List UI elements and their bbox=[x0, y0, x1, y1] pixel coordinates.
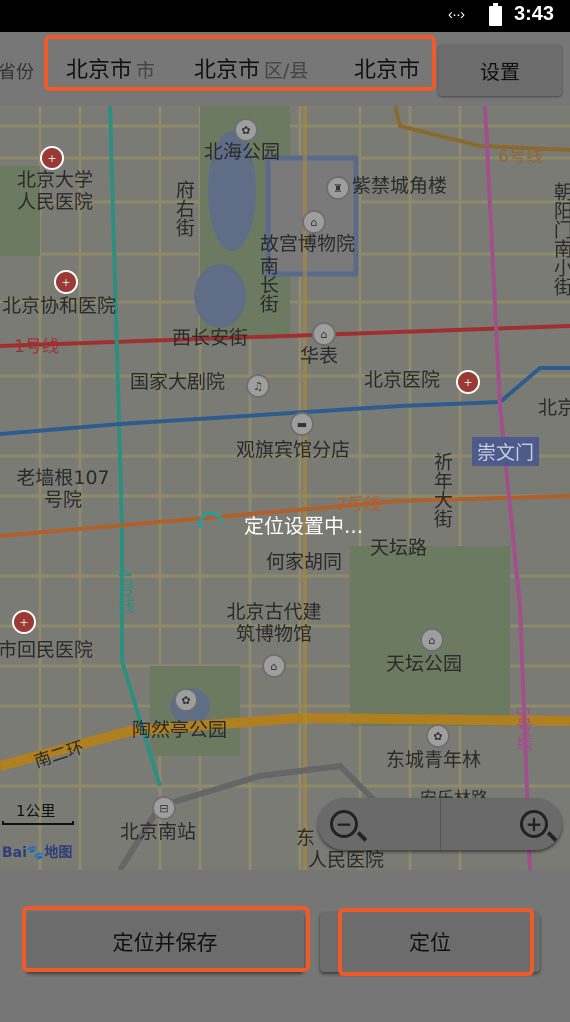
map-label-pku-hospital: 北京大学人民医院 bbox=[16, 169, 93, 213]
park-icon: ✿ bbox=[234, 118, 258, 142]
battery-icon bbox=[489, 3, 502, 26]
line5-label: 5号线 bbox=[512, 706, 532, 751]
museum-icon: ⌂ bbox=[302, 210, 326, 234]
map-label-laoqiang: 老墙根107号院 bbox=[16, 467, 110, 511]
scale-bar bbox=[2, 821, 74, 825]
map-view[interactable]: 北海公园 北京大学人民医院 府右街 紫禁城角楼 故宫博物院 南长街 北京协和医院… bbox=[0, 106, 570, 870]
map-label-renmin: 人民医院 bbox=[308, 849, 385, 870]
map-label-zijincheng: 紫禁城角楼 bbox=[352, 175, 448, 197]
province-label: 省份 bbox=[0, 62, 34, 83]
hospital-icon: + bbox=[40, 146, 64, 170]
status-bar: ‹··› 3:43 bbox=[0, 0, 570, 32]
zoom-in-button[interactable]: + bbox=[440, 798, 562, 850]
selector-highlight-box bbox=[44, 35, 436, 91]
map-label-guanqi: 观旗宾馆分店 bbox=[236, 439, 351, 461]
monument-icon: ⌂ bbox=[312, 322, 336, 346]
search-zoom-out-icon: − bbox=[330, 810, 358, 838]
line4-label: 4号线 bbox=[114, 568, 134, 613]
settings-button[interactable]: 设置 bbox=[438, 44, 562, 96]
hospital-icon: + bbox=[12, 610, 36, 634]
locate-save-highlight bbox=[22, 906, 310, 972]
hospital-icon: + bbox=[54, 270, 78, 294]
map-label-dong: 东 bbox=[296, 827, 316, 849]
map-label-fuyou: 府右街 bbox=[172, 180, 195, 237]
loading-spinner-icon bbox=[193, 506, 229, 543]
park-icon: ✿ bbox=[426, 724, 450, 748]
signal-icon: ‹··› bbox=[448, 6, 465, 23]
map-label-nanchang: 南长街 bbox=[256, 256, 279, 313]
scale-label: 1公里 bbox=[16, 802, 56, 820]
brand-cn-text: 地图 bbox=[44, 845, 73, 861]
map-scale: 1公里 bbox=[2, 800, 74, 825]
search-zoom-in-icon: + bbox=[520, 810, 548, 838]
loading-text: 定位设置中... bbox=[244, 514, 364, 538]
zoom-out-button[interactable]: − bbox=[318, 798, 440, 850]
line1-label: 1号线 bbox=[14, 337, 59, 357]
map-label-xiehe: 北京协和医院 bbox=[2, 295, 117, 317]
map-label-huabiao: 华表 bbox=[300, 345, 339, 367]
zoom-control: − + bbox=[318, 798, 562, 850]
train-station-icon: ⊟ bbox=[152, 796, 176, 820]
map-label-dongcheng: 东城青年林 bbox=[386, 749, 482, 771]
map-label-guojia: 国家大剧院 bbox=[130, 371, 226, 393]
line6-label: 6号线 bbox=[498, 147, 543, 167]
museum-icon: ⌂ bbox=[420, 628, 444, 652]
map-label-bj-hospital: 北京医院 bbox=[364, 369, 441, 391]
map-label-beihai: 北海公园 bbox=[204, 141, 281, 163]
locate-highlight bbox=[338, 908, 534, 976]
map-label-chao: 朝阳门南小街 bbox=[550, 182, 570, 296]
status-time: 3:43 bbox=[514, 3, 555, 25]
hospital-icon: + bbox=[456, 370, 480, 394]
map-label-huimin: 市回民医院 bbox=[0, 639, 94, 661]
baidu-logo: Bai🐾地图 bbox=[2, 845, 73, 861]
map-label-gugong: 故宫博物院 bbox=[260, 233, 356, 255]
hotel-icon: ▬ bbox=[290, 412, 314, 436]
map-label-hejia: 何家胡同 bbox=[266, 551, 343, 573]
brand-text: Bai bbox=[2, 845, 27, 861]
map-label-tiantan-road: 天坛路 bbox=[370, 537, 428, 559]
map-label-xichangan: 西长安街 bbox=[172, 327, 249, 349]
map-label-guda: 北京古代建筑博物馆 bbox=[226, 601, 322, 645]
map-label-chongwenmen: 崇文门 bbox=[472, 437, 540, 466]
map-label-tiantan: 天坛公园 bbox=[386, 653, 463, 675]
theater-icon: ♫ bbox=[246, 374, 270, 398]
loading-indicator: 定位设置中... bbox=[193, 506, 364, 543]
map-label-beijing-east: 北京 bbox=[538, 397, 570, 419]
map-label-taoran: 陶然亭公园 bbox=[132, 719, 228, 741]
settings-label: 设置 bbox=[480, 59, 520, 84]
museum-icon: ⌂ bbox=[262, 654, 286, 678]
park-icon: ✿ bbox=[174, 688, 198, 712]
tower-icon: ♜ bbox=[326, 176, 350, 200]
map-label-qinian: 祈年大街 bbox=[430, 452, 453, 528]
map-label-nanzhan: 北京南站 bbox=[120, 821, 197, 843]
